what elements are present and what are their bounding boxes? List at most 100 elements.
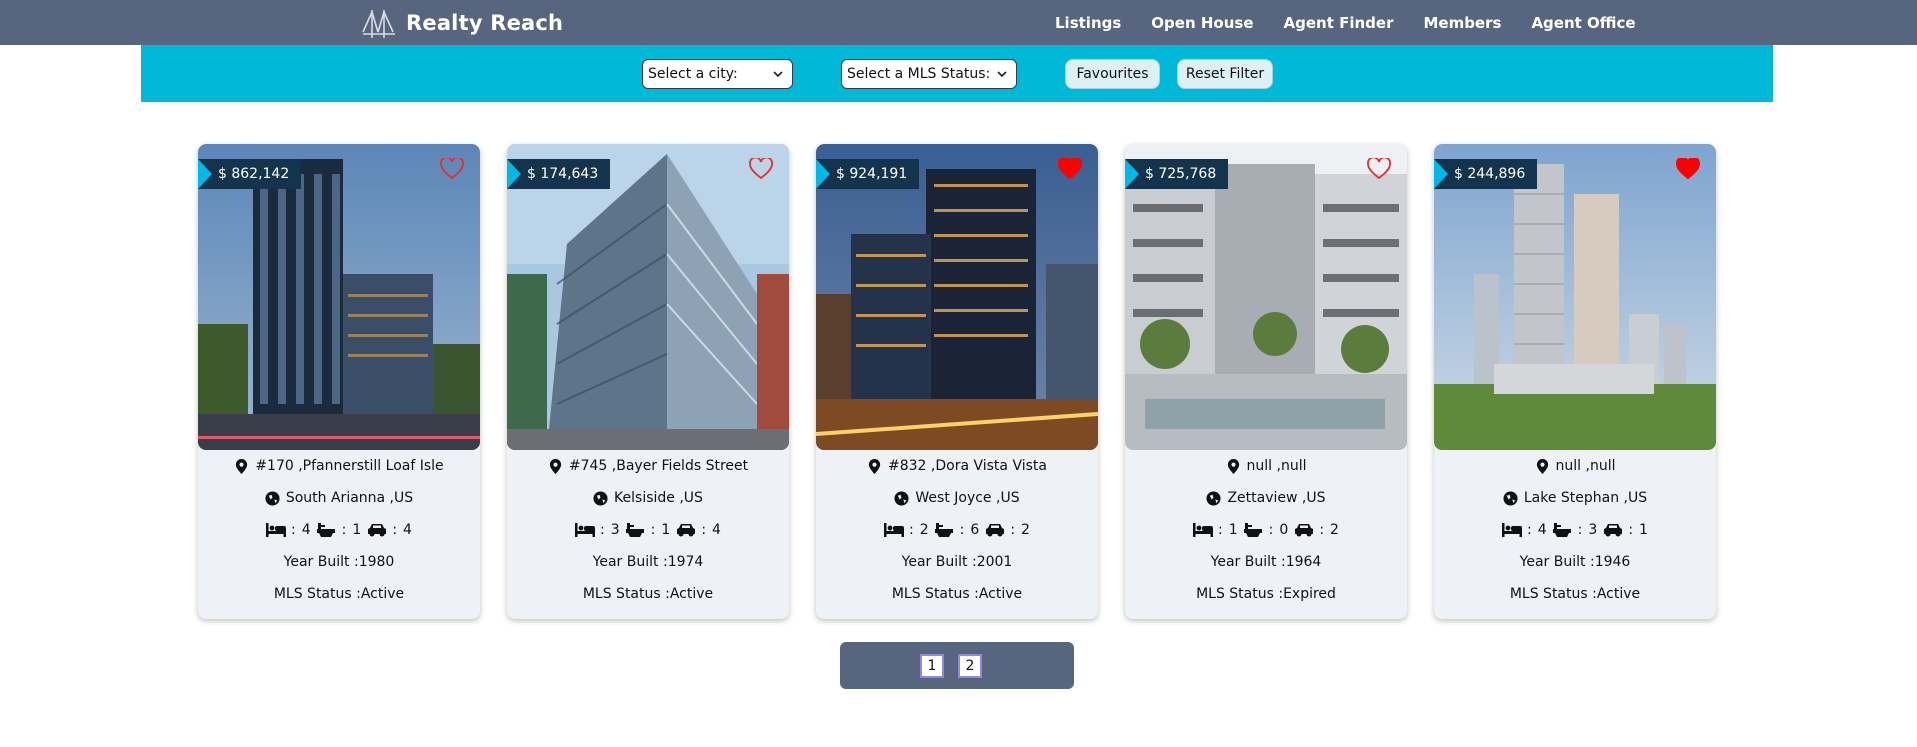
price-tag: $ 862,142: [198, 159, 302, 189]
nav-members[interactable]: Members: [1423, 14, 1501, 32]
address: #170 ,Pfannerstill Loaf Isle: [255, 458, 444, 474]
price-tag: $ 244,896: [1434, 159, 1538, 189]
year-built-label: Year Built :: [1210, 554, 1286, 570]
baths-count: 0: [1279, 522, 1289, 538]
year-built-label: Year Built :: [283, 554, 359, 570]
app-title: Realty Reach: [406, 11, 564, 35]
bed-icon: [266, 523, 287, 537]
city-select[interactable]: Select a city:: [642, 59, 793, 89]
heart-filled-icon[interactable]: [1676, 158, 1700, 180]
listing-info: null ,null Zettaview ,US : 1 : 0 : 2 Yea…: [1125, 450, 1407, 610]
year-built: 2001: [976, 554, 1013, 570]
car-icon: [368, 524, 387, 537]
year-built: 1974: [667, 554, 704, 570]
listing-card[interactable]: $ 924,191 #832 ,Dora Vista Vista West Jo…: [816, 144, 1098, 619]
bath-icon: [1243, 523, 1262, 537]
map-pin-icon: [1536, 458, 1548, 474]
year-built: 1946: [1594, 554, 1631, 570]
year-built-label: Year Built :: [901, 554, 977, 570]
reset-filter-button[interactable]: Reset Filter: [1177, 59, 1273, 89]
listing-photo: [198, 144, 480, 450]
globe-icon: [894, 490, 909, 506]
bridge-logo-icon: [362, 10, 395, 38]
heart-outline-icon[interactable]: [440, 158, 464, 180]
mls-status: Active: [978, 586, 1023, 602]
mls-status-select-label: Select a MLS Status:: [847, 66, 991, 82]
listing-info: null ,null Lake Stephan ,US : 4 : 3 : 1 …: [1434, 450, 1716, 610]
price-value: $ 174,643: [527, 166, 599, 182]
mls-status-select[interactable]: Select a MLS Status:: [841, 59, 1017, 89]
pagination: 1 2: [840, 642, 1074, 689]
main-nav: Listings Open House Agent Finder Members…: [1055, 0, 1636, 45]
bed-icon: [884, 523, 905, 537]
heart-outline-icon[interactable]: [749, 158, 773, 180]
listing-info: #832 ,Dora Vista Vista West Joyce ,US : …: [816, 450, 1098, 610]
listing-card[interactable]: $ 174,643 #745 ,Bayer Fields Street Kels…: [507, 144, 789, 619]
mls-status: Expired: [1283, 586, 1336, 602]
filter-bar: Select a city: Select a MLS Status: Favo…: [141, 45, 1773, 102]
bath-icon: [625, 523, 644, 537]
city-select-label: Select a city:: [648, 66, 738, 82]
map-pin-icon: [868, 458, 881, 474]
mls-status: Active: [669, 586, 714, 602]
parking-count: 1: [1639, 522, 1648, 538]
heart-outline-icon[interactable]: [1367, 158, 1391, 180]
parking-count: 2: [1021, 522, 1030, 538]
globe-icon: [1503, 490, 1518, 506]
chevron-down-icon: [773, 71, 783, 78]
address: #832 ,Dora Vista Vista: [888, 458, 1047, 474]
brand[interactable]: Realty Reach: [362, 5, 563, 41]
bed-icon: [1502, 523, 1523, 537]
nav-open-house[interactable]: Open House: [1151, 14, 1253, 32]
year-built-label: Year Built :: [592, 554, 668, 570]
globe-icon: [1206, 490, 1221, 506]
price-value: $ 244,896: [1454, 166, 1526, 182]
city: Zettaview ,US: [1227, 490, 1326, 506]
year-built-label: Year Built :: [1519, 554, 1595, 570]
price-value: $ 725,768: [1145, 166, 1217, 182]
listing-photo: [507, 144, 789, 450]
car-icon: [1604, 524, 1623, 537]
baths-count: 1: [352, 522, 362, 538]
map-pin-icon: [549, 458, 561, 474]
mls-status-label: MLS Status :: [1196, 586, 1284, 602]
favourites-button[interactable]: Favourites: [1065, 59, 1160, 89]
car-icon: [986, 524, 1005, 537]
mls-status-label: MLS Status :: [582, 586, 670, 602]
beds-count: 4: [301, 522, 311, 538]
address: null ,null: [1246, 458, 1307, 474]
bath-icon: [1552, 523, 1571, 537]
parking-count: 2: [1330, 522, 1339, 538]
car-icon: [677, 524, 696, 537]
nav-listings[interactable]: Listings: [1055, 14, 1121, 32]
listing-card[interactable]: $ 244,896 null ,null Lake Stephan ,US : …: [1434, 144, 1716, 619]
nav-agent-office[interactable]: Agent Office: [1531, 14, 1635, 32]
heart-filled-icon[interactable]: [1058, 158, 1082, 180]
beds-count: 4: [1537, 522, 1547, 538]
listing-photo: [816, 144, 1098, 450]
city: Kelsiside ,US: [614, 490, 703, 506]
page-button-1[interactable]: 1: [920, 654, 944, 678]
mls-status: Active: [360, 586, 405, 602]
address: null ,null: [1555, 458, 1616, 474]
baths-count: 3: [1588, 522, 1598, 538]
bath-icon: [934, 523, 953, 537]
globe-icon: [265, 490, 280, 506]
beds-count: 3: [610, 522, 620, 538]
price-tag: $ 174,643: [507, 159, 611, 189]
city: South Arianna ,US: [285, 490, 414, 506]
listing-card[interactable]: $ 725,768 null ,null Zettaview ,US : 1 :…: [1125, 144, 1407, 619]
page-button-2[interactable]: 2: [958, 654, 982, 678]
nav-agent-finder[interactable]: Agent Finder: [1284, 14, 1394, 32]
globe-icon: [593, 490, 608, 506]
price-tag: $ 924,191: [816, 159, 920, 189]
listing-info: #745 ,Bayer Fields Street Kelsiside ,US …: [507, 450, 789, 610]
parking-count: 4: [712, 522, 721, 538]
chevron-down-icon: [997, 71, 1007, 78]
address: #745 ,Bayer Fields Street: [568, 458, 749, 474]
city: Lake Stephan ,US: [1523, 490, 1648, 506]
parking-count: 4: [403, 522, 412, 538]
listing-card[interactable]: $ 862,142 #170 ,Pfannerstill Loaf Isle S…: [198, 144, 480, 619]
car-icon: [1295, 524, 1314, 537]
map-pin-icon: [236, 458, 248, 474]
